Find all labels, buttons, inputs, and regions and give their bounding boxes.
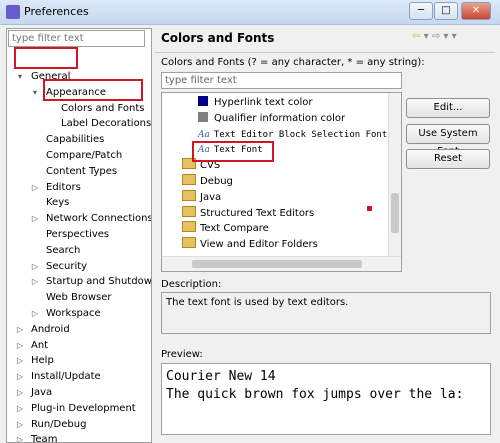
chevron-right-icon[interactable]: ▷ [15, 417, 25, 433]
chevron-right-icon[interactable]: ▷ [15, 369, 25, 385]
list-item[interactable]: Hyperlink text color [198, 95, 312, 111]
tree-item-label: Label Decorations [61, 118, 152, 130]
color-swatch-icon [198, 96, 208, 106]
chevron-right-icon[interactable]: ▷ [30, 211, 40, 227]
tree-item-label: Startup and Shutdown [46, 276, 152, 288]
scroll-thumb[interactable] [192, 260, 362, 268]
list-item-label: Debug [200, 176, 233, 187]
chevron-down-icon[interactable]: ▾ [424, 31, 429, 42]
description-text: The text font is used by text editors. [161, 292, 491, 334]
list-item[interactable]: Qualifier information color [198, 111, 345, 127]
app-icon [6, 5, 20, 19]
tree-item-label: Java [31, 387, 53, 398]
filter-prompt: Colors and Fonts (? = any character, * =… [161, 57, 425, 68]
chevron-right-icon[interactable]: ▷ [15, 401, 25, 417]
list-item-label: Hyperlink text color [214, 97, 313, 108]
tree-item-label: Team [31, 434, 58, 443]
list-item[interactable]: View and Editor Folders [182, 237, 318, 253]
red-marker [367, 206, 372, 211]
general-highlight-box [14, 47, 78, 69]
tree-item-label: Keys [46, 197, 70, 209]
list-item[interactable]: Structured Text Editors [182, 205, 315, 222]
forward-arrow-icon[interactable]: ⇨ [432, 31, 440, 42]
tree-filter-input[interactable]: type filter text [8, 30, 145, 47]
tree-item-label: Search [46, 244, 81, 256]
list-item[interactable]: Debug [182, 174, 233, 190]
folder-icon [182, 221, 196, 233]
tree-item-label: Help [31, 355, 54, 367]
list-item-label: Text Editor Block Selection Font [213, 129, 388, 140]
text-font-highlight-box [192, 141, 274, 162]
list-item-label: Structured Text Editors [200, 207, 315, 219]
tree-item-label: Perspectives [46, 229, 110, 240]
tree-item-label: Network Connections [46, 213, 152, 225]
tree-item-label: Workspace [46, 308, 101, 319]
folder-icon [182, 189, 196, 201]
maximize-button[interactable]: □ [434, 2, 458, 20]
reset-button[interactable]: Reset [406, 149, 490, 169]
colors-fonts-highlight-box [43, 79, 143, 101]
chevron-right-icon[interactable]: ▷ [30, 180, 40, 196]
list-item[interactable]: Text Compare [182, 221, 269, 237]
divider [155, 52, 495, 53]
tree-item-label: Install/Update [31, 371, 101, 383]
chevron-down-icon[interactable]: ▾ [30, 85, 40, 101]
color-swatch-icon [198, 111, 208, 122]
tree-item-label: Ant [31, 339, 49, 351]
tree-item-label: Capabilities [46, 134, 105, 146]
chevron-down-icon[interactable]: ▾ [443, 31, 448, 42]
close-button[interactable]: ✕ [461, 2, 491, 20]
tree-item-label: Android [31, 323, 70, 335]
title-bar: Preferences ─ □ ✕ [0, 0, 500, 25]
use-system-font-button[interactable]: Use System Font [406, 124, 490, 157]
chevron-right-icon[interactable]: ▷ [30, 259, 40, 275]
tree-item-label: Plug-in Development [31, 402, 136, 414]
page-title: Colors and Fonts [161, 31, 275, 45]
folder-icon [182, 205, 196, 217]
list-item-label: Text Compare [200, 223, 269, 235]
colors-filter-input[interactable]: type filter text [161, 72, 402, 89]
chevron-right-icon[interactable]: ▷ [30, 306, 40, 322]
chevron-right-icon[interactable]: ▷ [15, 385, 25, 401]
chevron-down-icon[interactable]: ▾ [15, 69, 25, 85]
tree-item-label: Security [46, 260, 88, 272]
horizontal-scrollbar[interactable] [162, 256, 401, 271]
chevron-right-icon[interactable]: ▷ [30, 274, 40, 290]
tree-item-label: Compare/Patch [46, 150, 123, 161]
edit-button[interactable]: Edit... [406, 98, 490, 118]
font-icon: Aa [198, 129, 210, 140]
folder-icon [182, 174, 196, 185]
window-title: Preferences [24, 5, 89, 18]
list-item[interactable]: Java [182, 189, 222, 206]
list-item-label: View and Editor Folders [200, 239, 318, 251]
menu-icon[interactable]: ▾ [452, 31, 457, 42]
vertical-scrollbar[interactable] [388, 93, 401, 257]
list-item-label: Qualifier information color [214, 112, 346, 124]
chevron-right-icon[interactable]: ▷ [15, 353, 25, 369]
back-arrow-icon[interactable]: ⇦ [412, 31, 420, 42]
chevron-right-icon[interactable]: ▷ [15, 322, 25, 338]
colors-fonts-list[interactable]: Hyperlink text color Qualifier informatio… [161, 92, 402, 272]
minimize-button[interactable]: ─ [409, 2, 433, 20]
list-item-label: Java [200, 191, 222, 203]
preview-label: Preview: [161, 349, 203, 360]
preview-line: The quick brown fox jumps over the la: [166, 387, 464, 402]
chevron-right-icon[interactable]: ▷ [15, 338, 25, 354]
tree-item-label: Run/Debug [31, 418, 87, 430]
chevron-right-icon[interactable]: ▷ [15, 432, 25, 442]
tree-item-label: Content Types [46, 165, 118, 177]
folder-icon [182, 237, 196, 249]
preview-box: Courier New 14 The quick brown fox jumps… [161, 363, 491, 435]
tree-item-label: Editors [46, 181, 81, 193]
preview-line: Courier New 14 [166, 369, 276, 384]
tree-item-label: Web Browser [46, 292, 112, 304]
tree-item-label: Colors and Fonts [61, 102, 145, 114]
scroll-thumb[interactable] [391, 193, 399, 233]
description-label: Description: [161, 279, 222, 290]
